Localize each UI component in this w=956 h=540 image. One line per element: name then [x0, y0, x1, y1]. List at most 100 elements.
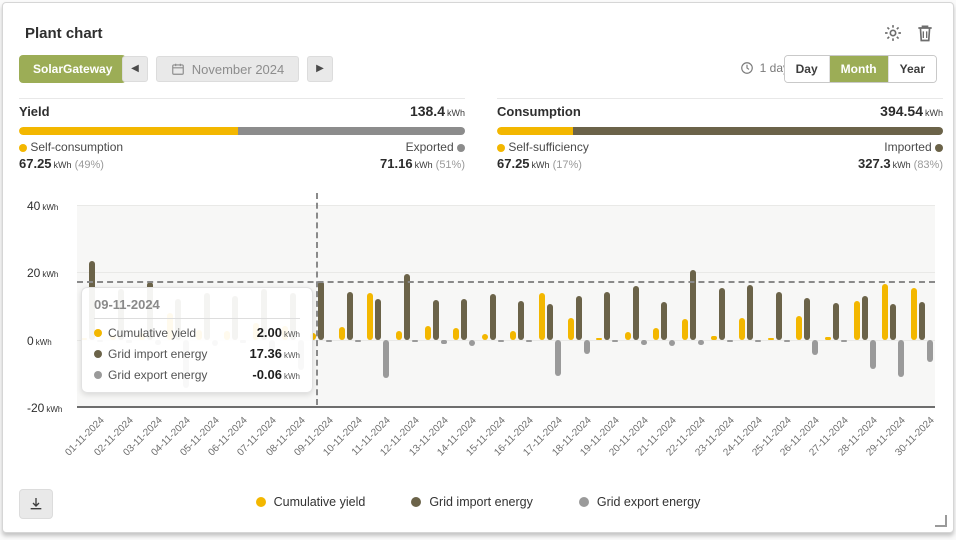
- date-picker-button[interactable]: November 2024: [156, 56, 299, 82]
- legend-item-cumulative-yield[interactable]: Cumulative yield: [256, 495, 366, 509]
- bar-grid-export-energy-26-11-2024[interactable]: [812, 340, 818, 355]
- bar-grid-import-energy-26-11-2024[interactable]: [804, 298, 810, 340]
- bar-cumulative-yield-14-11-2024[interactable]: [453, 328, 459, 340]
- bar-grid-import-energy-15-11-2024[interactable]: [490, 294, 496, 340]
- bar-grid-import-energy-29-11-2024[interactable]: [890, 304, 896, 340]
- bar-cumulative-yield-24-11-2024[interactable]: [739, 318, 745, 340]
- bar-grid-export-energy-15-11-2024[interactable]: [498, 340, 504, 342]
- bar-grid-export-energy-09-11-2024[interactable]: [326, 340, 332, 342]
- self-consumption-dot-icon: [19, 144, 27, 152]
- bar-grid-import-energy-24-11-2024[interactable]: [747, 285, 753, 339]
- bar-grid-import-energy-18-11-2024[interactable]: [576, 296, 582, 339]
- bar-grid-import-energy-30-11-2024[interactable]: [919, 302, 925, 340]
- gateway-button[interactable]: SolarGateway: [19, 55, 126, 83]
- bar-grid-export-energy-18-11-2024[interactable]: [584, 340, 590, 355]
- view-toggle-day[interactable]: Day: [785, 56, 829, 82]
- bar-grid-import-energy-10-11-2024[interactable]: [347, 292, 353, 339]
- bar-grid-export-energy-10-11-2024[interactable]: [355, 340, 361, 342]
- bar-cumulative-yield-19-11-2024[interactable]: [596, 338, 602, 340]
- bar-grid-import-energy-11-11-2024[interactable]: [375, 299, 381, 339]
- exported-dot-icon: [457, 144, 465, 152]
- imported-dot-icon: [935, 144, 943, 152]
- bar-cumulative-yield-16-11-2024[interactable]: [510, 331, 516, 339]
- bar-grid-import-energy-16-11-2024[interactable]: [518, 301, 524, 339]
- bar-grid-import-energy-20-11-2024[interactable]: [633, 286, 639, 339]
- calendar-icon: [171, 62, 185, 76]
- bar-grid-import-energy-13-11-2024[interactable]: [433, 300, 439, 340]
- y-axis-tick: 20kWh: [27, 264, 73, 282]
- bar-grid-export-energy-30-11-2024[interactable]: [927, 340, 933, 362]
- self-sufficiency-dot-icon: [497, 144, 505, 152]
- bar-chart[interactable]: 40kWh20kWh0kWh-20kWh 01-11-202402-11-202…: [3, 191, 955, 483]
- gear-icon[interactable]: [883, 23, 903, 43]
- bar-grid-export-energy-23-11-2024[interactable]: [727, 340, 733, 342]
- self-consumption-label: Self-consumption: [19, 140, 123, 154]
- tooltip-date: 09-11-2024: [94, 297, 300, 319]
- resize-handle-icon[interactable]: [935, 515, 947, 527]
- bar-cumulative-yield-20-11-2024[interactable]: [625, 332, 631, 339]
- chart-tooltip: 09-11-2024 Cumulative yield2.00kWhGrid i…: [81, 287, 313, 393]
- bar-grid-import-energy-17-11-2024[interactable]: [547, 304, 553, 340]
- bar-grid-export-energy-11-11-2024[interactable]: [383, 340, 389, 378]
- bar-grid-export-energy-17-11-2024[interactable]: [555, 340, 561, 376]
- bar-cumulative-yield-27-11-2024[interactable]: [825, 337, 831, 340]
- bar-cumulative-yield-22-11-2024[interactable]: [682, 319, 688, 340]
- bar-cumulative-yield-29-11-2024[interactable]: [882, 284, 888, 340]
- bar-grid-export-energy-21-11-2024[interactable]: [669, 340, 675, 346]
- bar-cumulative-yield-23-11-2024[interactable]: [711, 336, 717, 339]
- bar-grid-export-energy-20-11-2024[interactable]: [641, 340, 647, 345]
- y-axis-tick: 0kWh: [27, 332, 73, 350]
- view-toggle-year[interactable]: Year: [888, 56, 936, 82]
- bar-grid-export-energy-16-11-2024[interactable]: [526, 340, 532, 342]
- bar-grid-import-energy-25-11-2024[interactable]: [776, 292, 782, 339]
- bar-cumulative-yield-13-11-2024[interactable]: [425, 326, 431, 339]
- trash-icon[interactable]: [915, 23, 935, 43]
- view-toggle-month[interactable]: Month: [829, 56, 888, 82]
- prev-period-button[interactable]: ◀: [122, 56, 148, 82]
- yield-panel: Yield 138.4kWh Self-consumption Exported…: [19, 98, 465, 170]
- bar-grid-import-energy-14-11-2024[interactable]: [461, 299, 467, 340]
- imported-value: 327.3kWh (83%): [858, 156, 943, 171]
- bar-grid-export-energy-27-11-2024[interactable]: [841, 340, 847, 342]
- bar-grid-import-energy-28-11-2024[interactable]: [862, 296, 868, 340]
- bar-grid-import-energy-27-11-2024[interactable]: [833, 303, 839, 340]
- legend-item-grid-import-energy[interactable]: Grid import energy: [411, 495, 533, 509]
- bar-cumulative-yield-18-11-2024[interactable]: [568, 318, 574, 339]
- bar-grid-export-energy-19-11-2024[interactable]: [612, 340, 618, 342]
- bar-grid-import-energy-23-11-2024[interactable]: [719, 288, 725, 340]
- next-period-button[interactable]: ▶: [307, 56, 333, 82]
- bar-grid-export-energy-14-11-2024[interactable]: [469, 340, 475, 346]
- bar-cumulative-yield-15-11-2024[interactable]: [482, 334, 488, 340]
- page-title: Plant chart: [25, 25, 103, 42]
- chart-legend: Cumulative yield Grid import energy Grid e…: [3, 495, 953, 509]
- bar-cumulative-yield-17-11-2024[interactable]: [539, 293, 545, 340]
- bar-cumulative-yield-11-11-2024[interactable]: [367, 293, 373, 340]
- y-axis-tick: 40kWh: [27, 197, 73, 215]
- bar-grid-export-energy-25-11-2024[interactable]: [784, 340, 790, 342]
- legend-item-grid-export-energy[interactable]: Grid export energy: [579, 495, 701, 509]
- self-consumption-value: 67.25kWh (49%): [19, 156, 104, 171]
- tooltip-row: Cumulative yield2.00kWh: [94, 325, 300, 340]
- bar-grid-export-energy-22-11-2024[interactable]: [698, 340, 704, 345]
- bar-cumulative-yield-26-11-2024[interactable]: [796, 316, 802, 340]
- bar-grid-import-energy-12-11-2024[interactable]: [404, 274, 410, 340]
- self-sufficiency-label: Self-sufficiency: [497, 140, 589, 154]
- gridline: [77, 272, 935, 273]
- bar-grid-export-energy-12-11-2024[interactable]: [412, 340, 418, 342]
- bar-grid-export-energy-24-11-2024[interactable]: [755, 340, 761, 343]
- bar-cumulative-yield-10-11-2024[interactable]: [339, 327, 345, 340]
- bar-cumulative-yield-28-11-2024[interactable]: [854, 301, 860, 340]
- bar-cumulative-yield-12-11-2024[interactable]: [396, 331, 402, 340]
- bar-cumulative-yield-25-11-2024[interactable]: [768, 338, 774, 340]
- bar-cumulative-yield-30-11-2024[interactable]: [911, 288, 917, 340]
- bar-grid-export-energy-29-11-2024[interactable]: [898, 340, 904, 377]
- bar-grid-import-energy-21-11-2024[interactable]: [661, 302, 667, 340]
- resolution-indicator: 1 day: [740, 61, 789, 75]
- bar-grid-export-energy-13-11-2024[interactable]: [441, 340, 447, 344]
- bar-grid-export-energy-28-11-2024[interactable]: [870, 340, 876, 370]
- bar-grid-import-energy-19-11-2024[interactable]: [604, 292, 610, 340]
- toolbar: SolarGateway ◀ November 2024 ▶ 1 day Day…: [19, 55, 937, 85]
- bar-cumulative-yield-21-11-2024[interactable]: [653, 328, 659, 340]
- y-axis-tick: -20kWh: [27, 399, 73, 417]
- bar-grid-import-energy-09-11-2024[interactable]: [318, 281, 324, 339]
